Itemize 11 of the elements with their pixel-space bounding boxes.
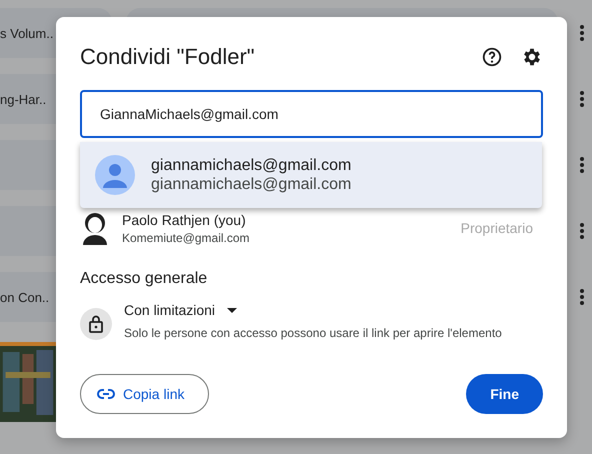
dialog-title: Condividi "Fodler" — [80, 44, 255, 70]
person-name: Paolo Rathjen (you) — [122, 212, 247, 228]
person-email: Komemiute@gmail.com — [122, 230, 251, 244]
suggestion-name: giannamichaels@gmail.com — [151, 156, 352, 174]
access-description: Solo le persone con accesso possono usare il link per aprire l'elemento — [124, 326, 502, 340]
file-name: on Con.. — [0, 290, 50, 304]
file-name: s Volum.. — [0, 26, 54, 40]
file-name: ng-Har.. — [0, 92, 46, 106]
suggestion-email: giannamichaels@gmail.com — [151, 176, 352, 194]
person-role: Proprietario — [460, 220, 533, 236]
section-heading: Accesso generale — [80, 270, 208, 288]
